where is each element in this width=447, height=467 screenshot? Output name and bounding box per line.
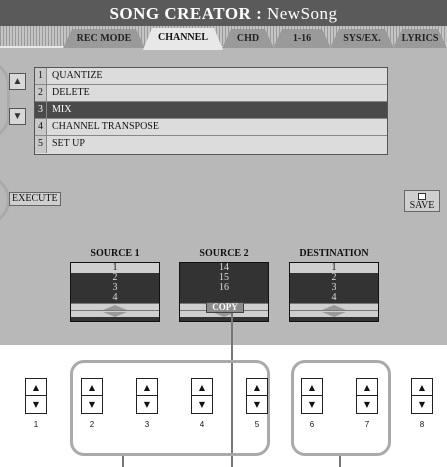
down-arrow-icon[interactable]: ▼: [192, 396, 212, 413]
source-1-list[interactable]: 1 2 3 4: [70, 262, 160, 322]
list-item[interactable]: 16: [180, 283, 268, 293]
tab-sys-ex[interactable]: SYS/EX.: [330, 29, 394, 48]
tab-lyrics[interactable]: LYRICS: [393, 29, 447, 48]
triangle-down-icon: [322, 312, 346, 317]
scroll-up-button[interactable]: ▲: [9, 73, 26, 90]
column-title: SOURCE 2: [199, 248, 249, 259]
column-title: SOURCE 1: [90, 248, 140, 259]
up-arrow-icon[interactable]: ▲: [26, 379, 46, 396]
menu-item-label: DELETE: [52, 87, 90, 98]
up-arrow-icon[interactable]: ▲: [357, 379, 377, 396]
scroll-down-button[interactable]: ▼: [9, 108, 26, 125]
button-7[interactable]: ▲ ▼: [356, 378, 378, 414]
disk-icon: [418, 193, 426, 200]
source-2-list[interactable]: 14 15 16: [179, 262, 269, 322]
down-arrow-icon[interactable]: ▼: [412, 396, 432, 413]
title-prefix: SONG CREATOR :: [109, 4, 267, 23]
source-1-panel: SOURCE 1 1 2 3 4: [70, 248, 160, 338]
copy-button[interactable]: COPY: [206, 302, 244, 313]
tab-1-16[interactable]: 1-16: [273, 29, 331, 48]
up-arrow-icon[interactable]: ▲: [137, 379, 157, 396]
list-item[interactable]: 4: [290, 293, 378, 303]
button-2[interactable]: ▲ ▼: [81, 378, 103, 414]
scroll-down-arrow[interactable]: [71, 310, 159, 317]
triangle-down-icon: [103, 312, 127, 317]
menu-list: 1 QUANTIZE 2 DELETE 3 MIX 4 CHANNEL TRAN…: [34, 67, 388, 155]
button-number: 3: [144, 420, 150, 429]
button-6[interactable]: ▲ ▼: [301, 378, 323, 414]
menu-item-number: 2: [35, 85, 47, 101]
menu-item-quantize[interactable]: 1 QUANTIZE: [35, 68, 387, 85]
tab-rec-mode[interactable]: REC MODE: [63, 29, 145, 48]
menu-item-label: QUANTIZE: [52, 70, 103, 81]
menu-item-label: SET UP: [52, 138, 85, 149]
button-1[interactable]: ▲ ▼: [25, 378, 47, 414]
down-arrow-icon[interactable]: ▼: [137, 396, 157, 413]
up-arrow-icon[interactable]: ▲: [247, 379, 267, 396]
button-number: 8: [419, 420, 425, 429]
button-5[interactable]: ▲ ▼: [246, 378, 268, 414]
source-2-panel: SOURCE 2 14 15 16: [179, 248, 269, 338]
callout-line: [122, 456, 124, 467]
menu-item-number: 3: [35, 102, 47, 118]
button-number: 1: [33, 420, 39, 429]
tab-chd[interactable]: CHD: [222, 29, 274, 48]
scroll-up-arrow[interactable]: [71, 303, 159, 310]
destination-list[interactable]: 1 2 3 4: [289, 262, 379, 322]
menu-item-set-up[interactable]: 5 SET UP: [35, 136, 387, 153]
menu-item-channel-transpose[interactable]: 4 CHANNEL TRANSPOSE: [35, 119, 387, 136]
song-name: NewSong: [266, 4, 338, 23]
callout-line: [339, 456, 341, 467]
up-arrow-icon[interactable]: ▲: [192, 379, 212, 396]
down-arrow-icon[interactable]: ▼: [302, 396, 322, 413]
down-arrow-icon[interactable]: ▼: [247, 396, 267, 413]
menu-item-label: CHANNEL TRANSPOSE: [52, 121, 159, 132]
menu-item-number: 4: [35, 119, 47, 135]
tab-channel[interactable]: CHANNEL: [143, 28, 223, 50]
up-arrow-icon[interactable]: ▲: [82, 379, 102, 396]
down-arrow-icon[interactable]: ▼: [82, 396, 102, 413]
tab-bar: REC MODE CHANNEL CHD 1-16 SYS/EX. LYRICS: [0, 26, 447, 48]
down-arrow-icon[interactable]: ▼: [26, 396, 46, 413]
button-number: 7: [364, 420, 370, 429]
lcd-screen: SONG CREATOR : NewSong REC MODE CHANNEL …: [0, 0, 447, 345]
execute-button[interactable]: EXECUTE: [9, 192, 61, 206]
button-4[interactable]: ▲ ▼: [191, 378, 213, 414]
menu-item-delete[interactable]: 2 DELETE: [35, 85, 387, 102]
menu-item-number: 5: [35, 136, 47, 153]
up-arrow-icon[interactable]: ▲: [302, 379, 322, 396]
button-8[interactable]: ▲ ▼: [411, 378, 433, 414]
button-number: 6: [309, 420, 315, 429]
button-number: 4: [199, 420, 205, 429]
down-arrow-icon[interactable]: ▼: [357, 396, 377, 413]
button-number: 5: [254, 420, 260, 429]
destination-panel: DESTINATION 1 2 3 4: [289, 248, 379, 338]
page-title: SONG CREATOR : NewSong: [0, 0, 447, 28]
menu-item-number: 1: [35, 68, 47, 84]
save-label: SAVE: [409, 200, 435, 211]
button-number: 2: [89, 420, 95, 429]
scroll-down-arrow[interactable]: [290, 310, 378, 317]
list-item[interactable]: 4: [71, 293, 159, 303]
column-title: DESTINATION: [299, 248, 369, 259]
highlight-outline: [0, 60, 10, 140]
button-3[interactable]: ▲ ▼: [136, 378, 158, 414]
scroll-up-arrow[interactable]: [290, 303, 378, 310]
menu-item-label: MIX: [52, 104, 72, 115]
menu-item-mix[interactable]: 3 MIX: [35, 102, 387, 119]
up-arrow-icon[interactable]: ▲: [412, 379, 432, 396]
save-button[interactable]: SAVE: [404, 190, 440, 212]
